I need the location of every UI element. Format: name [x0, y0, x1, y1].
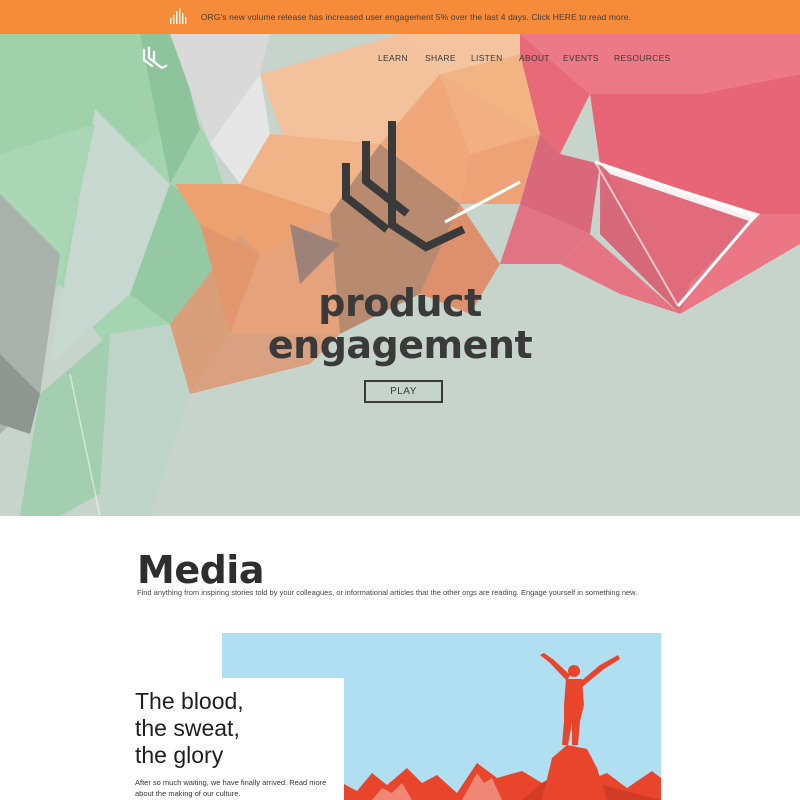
- play-button[interactable]: PLAY: [364, 380, 443, 403]
- hero-title: product engagement: [0, 282, 800, 366]
- nav-listen[interactable]: LISTEN: [471, 53, 503, 63]
- hero-title-line2: engagement: [267, 323, 533, 367]
- nav-events[interactable]: EVENTS: [563, 53, 599, 63]
- hero-title-line1: product: [318, 281, 482, 325]
- nav-about[interactable]: ABOUT: [519, 53, 550, 63]
- feature-title-line3: the glory: [135, 742, 224, 768]
- bar-chart-icon: [169, 6, 189, 29]
- nav-share[interactable]: SHARE: [425, 53, 456, 63]
- nav-resources[interactable]: RESOURCES: [614, 53, 671, 63]
- hero-logo-icon: [340, 119, 470, 264]
- feature-title[interactable]: The blood, the sweat, the glory: [135, 688, 335, 769]
- media-description: Find anything from inspiring stories tol…: [137, 588, 638, 597]
- announcement-text[interactable]: ORG's new volume release has increased u…: [201, 12, 631, 22]
- feature-text: After so much waiting, we have finally a…: [135, 778, 327, 798]
- feature-title-line2: the sweat,: [135, 715, 240, 741]
- media-heading: Media: [137, 548, 264, 592]
- feature-title-line1: The blood,: [135, 688, 244, 714]
- nav-learn[interactable]: LEARN: [378, 53, 408, 63]
- hero-background-art: [0, 34, 800, 516]
- hero-section: LEARN SHARE LISTEN ABOUT EVENTS RESOURCE…: [0, 34, 800, 516]
- main-nav: LEARN SHARE LISTEN ABOUT EVENTS RESOURCE…: [0, 53, 800, 67]
- announcement-bar[interactable]: ORG's new volume release has increased u…: [0, 0, 800, 34]
- feature-card[interactable]: The blood, the sweat, the glory After so…: [124, 678, 344, 800]
